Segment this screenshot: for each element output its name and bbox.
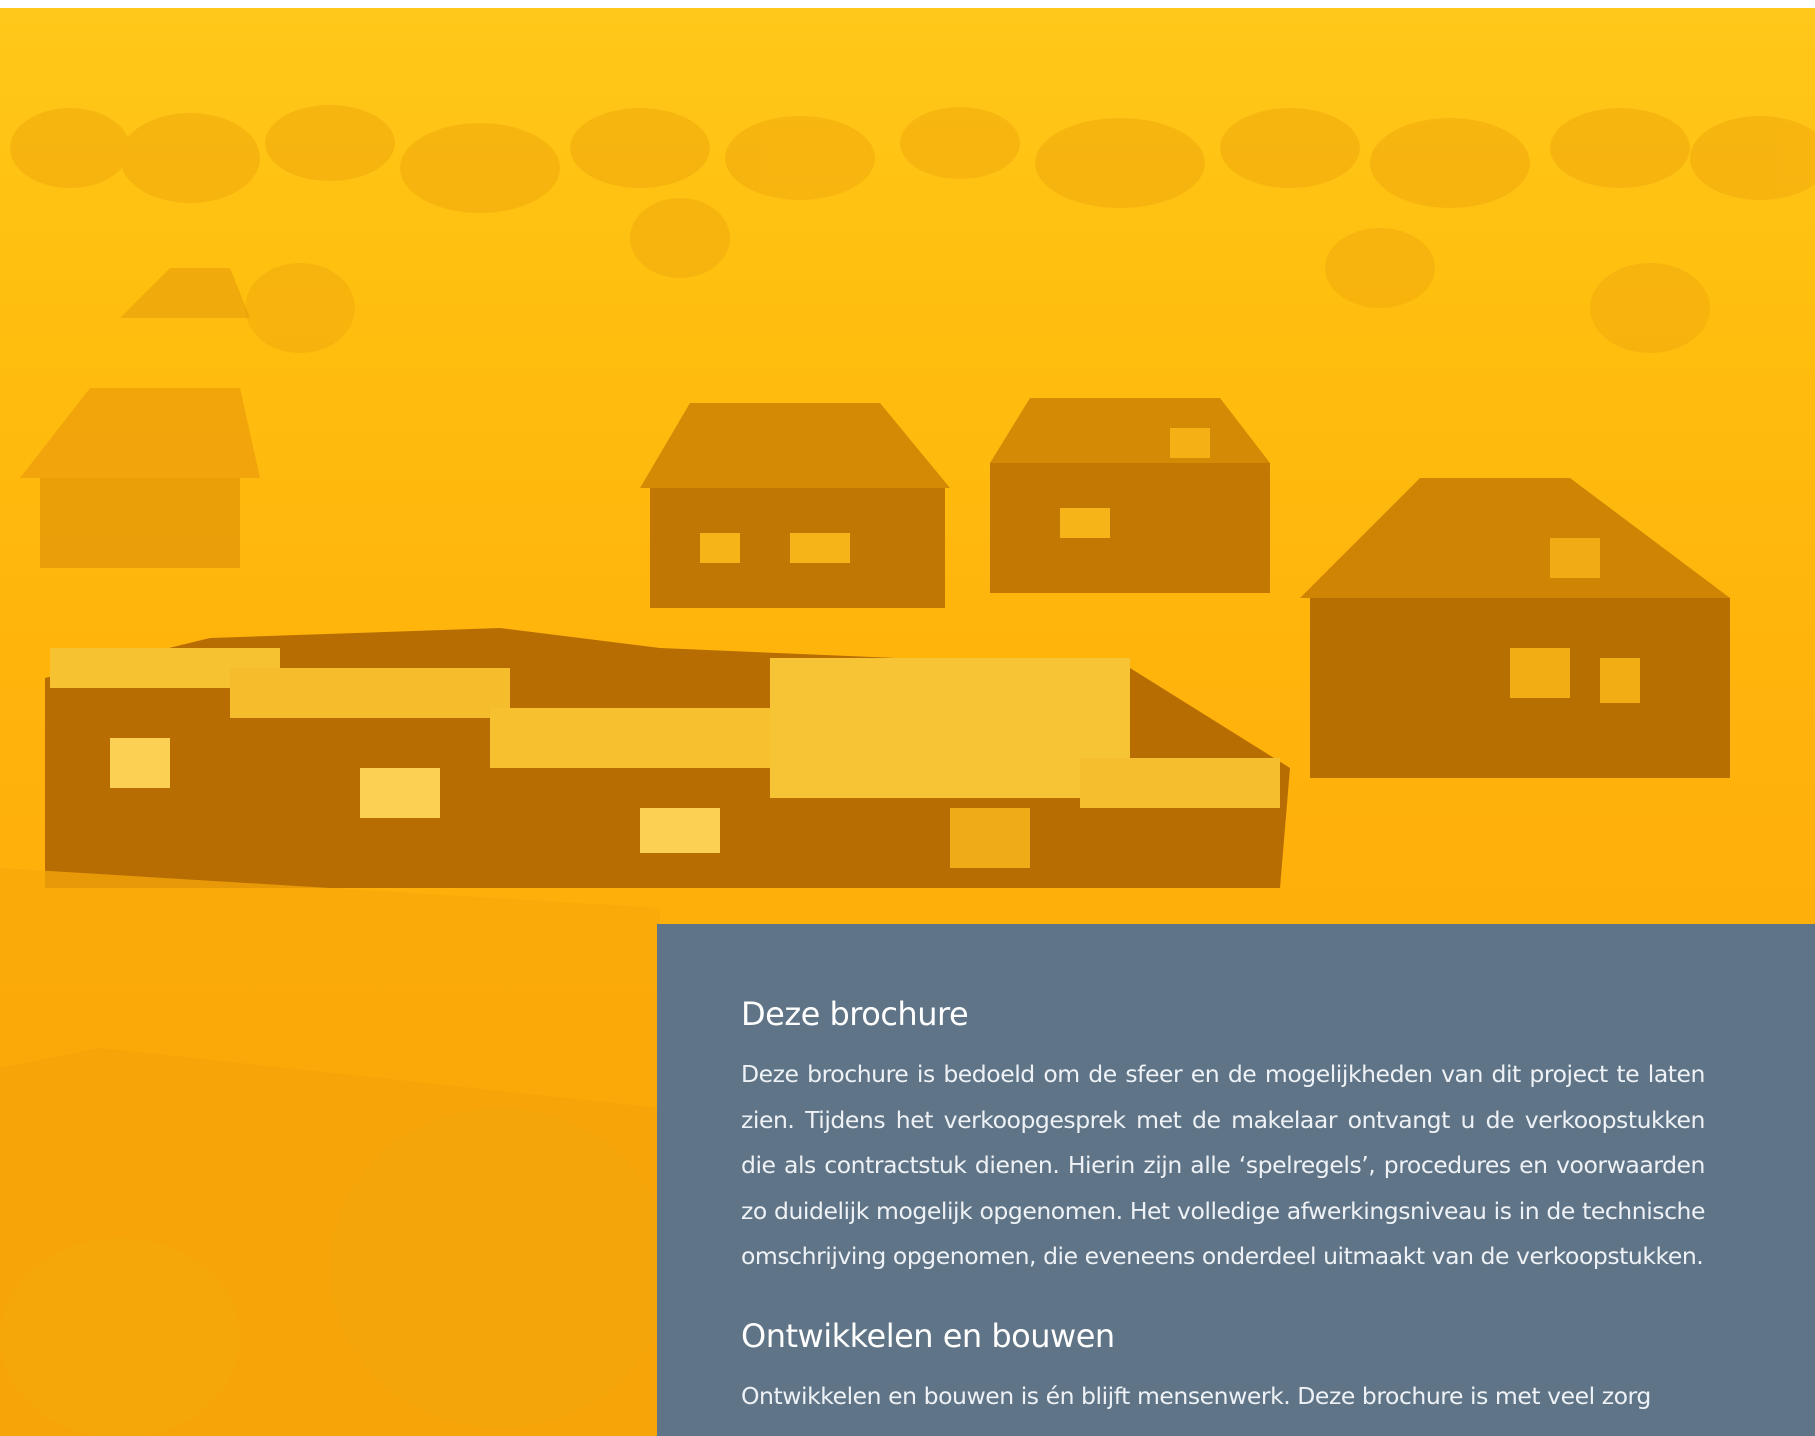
top-margin xyxy=(0,0,1815,8)
section-title-brochure: Deze brochure xyxy=(741,995,969,1033)
foreground xyxy=(0,868,670,1436)
brochure-page: Deze brochure Deze brochure is bedoeld o… xyxy=(0,0,1815,1436)
tree-line xyxy=(10,105,1815,353)
section-title-development: Ontwikkelen en bouwen xyxy=(741,1316,1115,1355)
section-body-brochure: Deze brochure is bedoeld om de sfeer en … xyxy=(741,1060,1705,1270)
section-body-development: Ontwikkelen en bouwen is én blijft mense… xyxy=(741,1381,1651,1410)
background-houses xyxy=(20,268,260,568)
terraced-bungalows xyxy=(45,628,1290,888)
info-panel: Deze brochure Deze brochure is bedoeld o… xyxy=(657,924,1815,1436)
